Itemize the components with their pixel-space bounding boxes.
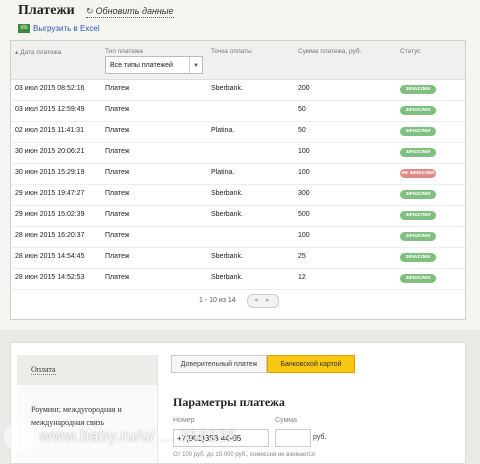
cell-point: Sberbank.: [211, 253, 243, 260]
status-badge: зачислен: [400, 253, 436, 262]
cell-type: Платеж: [105, 85, 130, 92]
cell-date: 29 июн 2015 15:02:39: [15, 211, 85, 218]
refresh-link[interactable]: ↻ Обновить данные: [86, 6, 174, 18]
tab-trust-payment[interactable]: Доверительный платеж: [171, 355, 267, 373]
table-row: 03 июл 2015 08:52:16 Платеж Sberbank. 200 за…: [11, 80, 465, 101]
cell-type: Платеж: [105, 148, 130, 155]
table-row: 03 июл 2015 12:59:49 Платеж 50 зачислен: [11, 101, 465, 122]
next-page-icon[interactable]: ▸: [266, 296, 270, 304]
payment-params-title: Параметры платежа: [173, 395, 285, 409]
column-status: Статус: [400, 48, 421, 55]
cell-point: Platina.: [211, 127, 235, 134]
status-badge: не зачислен: [400, 169, 436, 178]
cell-point: Sberbank.: [211, 274, 243, 281]
payment-sidebar: Оплата Роуминг, междугородная и междунар…: [17, 355, 158, 463]
number-label: Номер: [173, 417, 195, 424]
column-sum: Сумма платежа, руб.: [298, 48, 362, 55]
cell-type: Платеж: [105, 274, 130, 281]
status-badge: зачислен: [400, 274, 436, 283]
table-row: 28 июн 2015 14:52:53 Платеж Sberbank. 12 зач…: [11, 269, 465, 290]
payments-table: ▴ Дата платежа Тип платежа Точка оплаты …: [10, 40, 466, 320]
currency-label: руб.: [313, 434, 327, 441]
pager-text: 1 - 10 из 14: [199, 297, 236, 304]
table-row: 28 июн 2015 16:20:37 Платеж 100 зачислен: [11, 227, 465, 248]
cell-sum: 100: [298, 148, 310, 155]
cell-sum: 200: [298, 85, 310, 92]
payment-type-select[interactable]: Все типы платежей ▼: [105, 56, 203, 74]
status-badge: зачислен: [400, 106, 436, 115]
cell-type: Платеж: [105, 232, 130, 239]
cell-type: Платеж: [105, 211, 130, 218]
cell-sum: 100: [298, 232, 310, 239]
cell-point: Sberbank.: [211, 85, 243, 92]
table-row: 29 июн 2015 15:02:39 Платеж Sberbank. 500 за…: [11, 206, 465, 227]
excel-export-link[interactable]: xls Выгрузить в Excel: [18, 24, 100, 34]
status-badge: зачислен: [400, 211, 436, 220]
table-row: 02 июл 2015 11:41:31 Платеж Platina. 50 зачи…: [11, 122, 465, 143]
column-type: Тип платежа: [105, 48, 143, 55]
status-badge: зачислен: [400, 127, 436, 136]
refresh-icon: ↻: [86, 6, 94, 16]
table-header: ▴ Дата платежа Тип платежа Точка оплаты …: [11, 41, 465, 80]
cell-date: 30 июн 2015 20:06:21: [15, 148, 85, 155]
status-badge: зачислен: [400, 85, 436, 94]
cell-date: 03 июл 2015 12:59:49: [15, 106, 85, 113]
cell-point: Sberbank.: [211, 211, 243, 218]
table-row: 30 июн 2015 20:06:21 Платеж 100 зачислен: [11, 143, 465, 164]
cell-date: 28 июн 2015 14:52:53: [15, 274, 85, 281]
sidebar-item-roaming[interactable]: Роуминг, междугородная и международная с…: [31, 403, 151, 429]
cell-sum: 50: [298, 127, 306, 134]
cell-date: 28 июн 2015 16:20:37: [15, 232, 85, 239]
table-row: 28 июн 2015 14:54:45 Платеж Sberbank. 25 зач…: [11, 248, 465, 269]
cell-type: Платеж: [105, 169, 130, 176]
status-badge: зачислен: [400, 148, 436, 157]
cell-sum: 100: [298, 169, 310, 176]
sum-note: От 100 руб. до 15 000 руб., комиссия не …: [173, 452, 316, 458]
cell-sum: 25: [298, 253, 306, 260]
column-point: Точка оплаты: [211, 48, 252, 55]
sum-input[interactable]: [275, 429, 311, 447]
sum-label: Сумма: [275, 417, 297, 424]
sidebar-item-payment-label[interactable]: Оплата: [31, 365, 56, 375]
column-date[interactable]: ▴ Дата платежа: [15, 48, 61, 56]
cell-date: 03 июл 2015 08:52:16: [15, 85, 85, 92]
table-row: 30 июн 2015 15:29:19 Платеж Platina. 100 не …: [11, 164, 465, 185]
cell-point: Sberbank.: [211, 190, 243, 197]
cell-date: 29 июн 2015 19:47:27: [15, 190, 85, 197]
cell-sum: 50: [298, 106, 306, 113]
chevron-down-icon: ▼: [189, 57, 202, 73]
cell-date: 30 июн 2015 15:29:19: [15, 169, 85, 176]
cell-type: Платеж: [105, 106, 130, 113]
status-badge: зачислен: [400, 190, 436, 199]
page-title: Платежи: [18, 3, 75, 18]
tab-bank-card[interactable]: Банковской картой: [267, 355, 355, 373]
watermark-text: www.baby.ru/u/ ... 358228: [40, 428, 237, 445]
cell-type: Платеж: [105, 127, 130, 134]
status-badge: зачислен: [400, 232, 436, 241]
payments-section: Платежи ↻ Обновить данные xls Выгрузить в …: [0, 0, 480, 330]
excel-icon: xls: [18, 24, 30, 34]
table-row: 29 июн 2015 19:47:27 Платеж Sberbank. 300 за…: [11, 185, 465, 206]
watermark-logo: [4, 422, 34, 452]
cell-date: 28 июн 2015 14:54:45: [15, 253, 85, 260]
pager-buttons[interactable]: ◂ ▸: [247, 294, 279, 308]
cell-sum: 500: [298, 211, 310, 218]
cell-sum: 300: [298, 190, 310, 197]
cell-sum: 12: [298, 274, 306, 281]
prev-page-icon[interactable]: ◂: [254, 296, 258, 304]
cell-type: Платеж: [105, 253, 130, 260]
cell-date: 02 июл 2015 11:41:31: [15, 127, 85, 134]
cell-point: Platina.: [211, 169, 235, 176]
cell-type: Платеж: [105, 190, 130, 197]
